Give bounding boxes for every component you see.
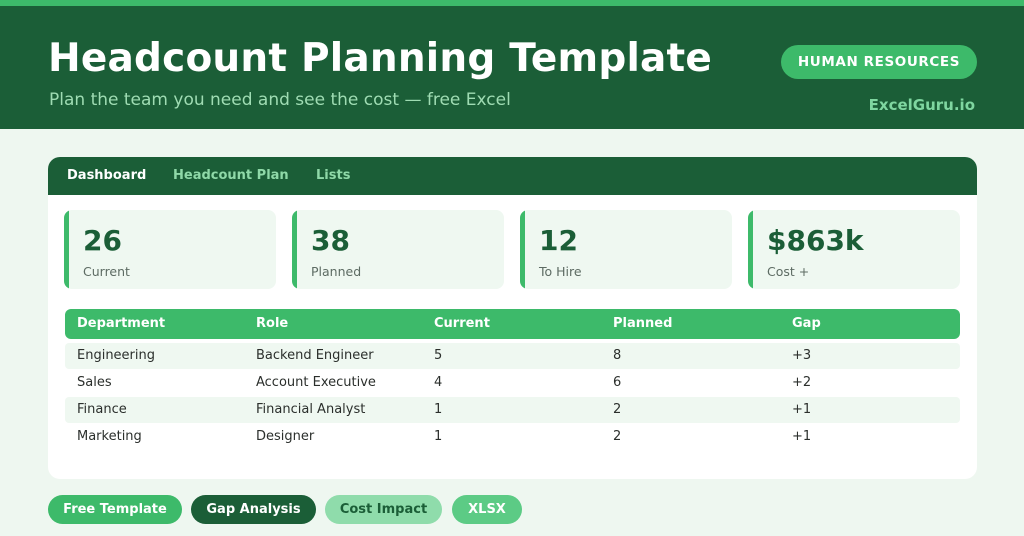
cell-gap: +1 (792, 429, 812, 444)
cell-planned: 2 (613, 429, 622, 444)
sheet-tab-bar: Dashboard Headcount Plan Lists (48, 157, 977, 195)
stat-label: Current (83, 264, 130, 279)
cell-department: Finance (77, 402, 127, 417)
tab-dashboard[interactable]: Dashboard (67, 168, 146, 183)
brand-name: ExcelGuru.io (868, 96, 975, 114)
cell-planned: 8 (613, 348, 622, 363)
cell-department: Sales (77, 375, 112, 390)
column-header-department: Department (77, 316, 166, 331)
cell-planned: 2 (613, 402, 622, 417)
column-header-planned: Planned (613, 316, 673, 331)
spreadsheet-preview-card: Dashboard Headcount Plan Lists 26 Curren… (48, 157, 977, 479)
page-subtitle: Plan the team you need and see the cost … (49, 90, 511, 110)
stat-card-planned: 38 Planned (292, 210, 504, 289)
tab-headcount-plan[interactable]: Headcount Plan (173, 168, 289, 183)
tag-xlsx: XLSX (452, 495, 522, 524)
cell-department: Engineering (77, 348, 155, 363)
stat-card-current: 26 Current (64, 210, 276, 289)
cell-current: 4 (434, 375, 443, 390)
stat-label: Cost + (767, 264, 810, 279)
table-row: Engineering Backend Engineer 5 8 +3 (65, 343, 960, 369)
stat-card-cost: $863k Cost + (748, 210, 960, 289)
cell-department: Marketing (77, 429, 142, 444)
stat-accent-bar (292, 210, 297, 289)
stat-value: 38 (311, 224, 350, 257)
cell-gap: +2 (792, 375, 812, 390)
column-header-gap: Gap (792, 316, 821, 331)
cell-role: Backend Engineer (256, 348, 374, 363)
cell-gap: +3 (792, 348, 812, 363)
table-row: Marketing Designer 1 2 +1 (65, 424, 960, 450)
stat-accent-bar (64, 210, 69, 289)
header-banner: Headcount Planning Template Plan the tea… (0, 6, 1024, 129)
cell-current: 1 (434, 429, 443, 444)
cell-role: Financial Analyst (256, 402, 366, 417)
cell-gap: +1 (792, 402, 812, 417)
cell-role: Account Executive (256, 375, 376, 390)
table-row: Sales Account Executive 4 6 +2 (65, 370, 960, 396)
stat-value: 12 (539, 224, 578, 257)
stat-value: 26 (83, 224, 122, 257)
tab-lists[interactable]: Lists (316, 168, 350, 183)
page-title: Headcount Planning Template (48, 36, 713, 81)
stat-accent-bar (520, 210, 525, 289)
stat-accent-bar (748, 210, 753, 289)
stat-label: To Hire (539, 264, 582, 279)
cell-role: Designer (256, 429, 315, 444)
tag-free-template: Free Template (48, 495, 182, 524)
cell-planned: 6 (613, 375, 622, 390)
stat-card-to-hire: 12 To Hire (520, 210, 732, 289)
category-badge: HUMAN RESOURCES (781, 45, 977, 79)
stat-label: Planned (311, 264, 362, 279)
column-header-role: Role (256, 316, 289, 331)
column-header-current: Current (434, 316, 490, 331)
cell-current: 5 (434, 348, 443, 363)
tag-gap-analysis: Gap Analysis (191, 495, 316, 524)
table-row: Finance Financial Analyst 1 2 +1 (65, 397, 960, 423)
stat-value: $863k (767, 224, 864, 257)
tag-cost-impact: Cost Impact (325, 495, 442, 524)
table-header: Department Role Current Planned Gap (65, 309, 960, 339)
cell-current: 1 (434, 402, 443, 417)
